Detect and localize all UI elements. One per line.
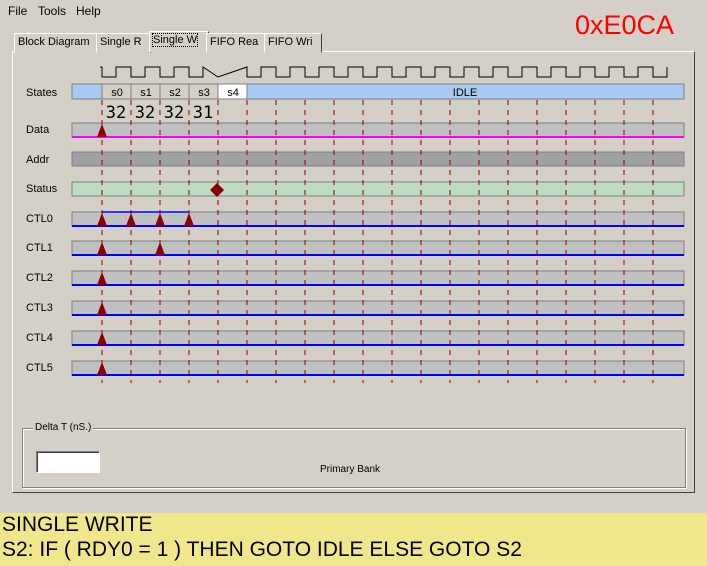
ctl2-row [71,270,685,286]
status-line-2: S2: IF ( RDY0 = 1 ) THEN GOTO IDLE ELSE … [2,538,522,561]
state-idle-label: IDLE [453,87,477,99]
delta-t-label: Delta T (nS.) [33,422,94,433]
addr-row [71,151,685,167]
state-label: s1 [140,87,152,99]
cycle-count: 32 [106,103,126,123]
cycle-count: 31 [193,103,213,123]
ctl3-row [71,300,685,316]
delta-t-input[interactable] [36,451,100,473]
clock-waveform [100,66,668,78]
ctl4-row [71,330,685,346]
state-label: s0 [111,87,123,99]
state-label: s3 [198,87,210,99]
status-row [71,181,685,197]
timing-diagram: s0 s1 s2 s3 s4 IDLE 32 32 32 31 [71,66,685,383]
status-bar: SINGLE WRITE S2: IF ( RDY0 = 1 ) THEN GO… [0,513,707,566]
cycle-count: 32 [135,103,155,123]
state-pre [71,83,103,100]
data-row [71,122,685,138]
state-label: s4 [227,87,239,99]
ctl5-row [71,360,685,376]
cycle-count: 32 [164,103,184,123]
status-line-1: SINGLE WRITE [2,513,153,536]
delta-t-group [22,428,686,488]
state-label: s2 [169,87,181,99]
primary-bank-label: Primary Bank [320,464,381,475]
